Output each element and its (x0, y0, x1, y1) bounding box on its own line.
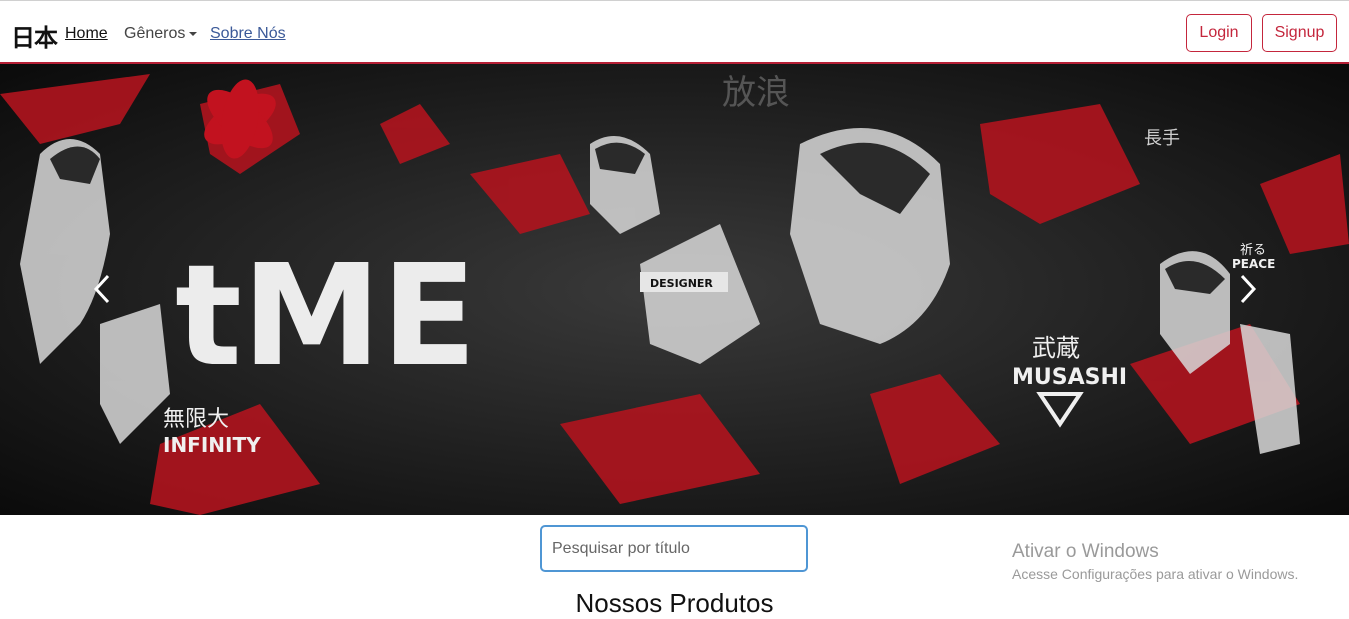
hero-infinity-kanji: 無限大 (163, 407, 229, 432)
hero-musashi-label: MUSASHI (1012, 365, 1127, 390)
watermark-subtitle: Acesse Configurações para ativar o Windo… (1012, 566, 1299, 582)
hero-carousel: tME DESIGNER 無限大 INFINITY 武蔵 MUSASHI 祈る … (0, 64, 1349, 515)
hero-musashi-kanji: 武蔵 (1032, 334, 1080, 362)
caret-down-icon (189, 31, 198, 36)
hero-infinity-label: INFINITY (163, 433, 261, 457)
hero-banner-image: tME DESIGNER 無限大 INFINITY 武蔵 MUSASHI 祈る … (0, 64, 1349, 515)
nav-sobre-link[interactable]: Sobre Nós (210, 25, 286, 43)
carousel-next-button[interactable] (1228, 264, 1268, 314)
brand-logo[interactable]: 日本 (11, 18, 58, 53)
search-input[interactable] (540, 525, 808, 572)
chevron-right-icon (1240, 274, 1257, 304)
windows-activation-watermark: Ativar o Windows Acesse Configurações pa… (1012, 541, 1298, 582)
chevron-left-icon (93, 274, 110, 304)
hero-designer-label: DESIGNER (650, 277, 713, 290)
nav-generos-label: Gêneros (124, 25, 186, 42)
watermark-title: Ativar o Windows (1012, 541, 1159, 562)
nav-home-link[interactable]: Home (65, 25, 108, 43)
nav-generos-dropdown[interactable]: Gêneros (124, 25, 198, 43)
login-button[interactable]: Login (1186, 14, 1252, 52)
section-title: Nossos Produtos (575, 588, 774, 618)
carousel-prev-button[interactable] (82, 264, 122, 314)
signup-button[interactable]: Signup (1262, 14, 1337, 52)
hero-top-kanji: 放浪 (722, 73, 790, 113)
top-navbar: 日本 Home Gêneros Sobre Nós Login Signup (0, 0, 1349, 64)
hero-big-text: tME (175, 235, 477, 398)
hero-right-kanji: 長手 (1144, 128, 1180, 149)
hero-peace-kanji: 祈る (1240, 243, 1266, 258)
